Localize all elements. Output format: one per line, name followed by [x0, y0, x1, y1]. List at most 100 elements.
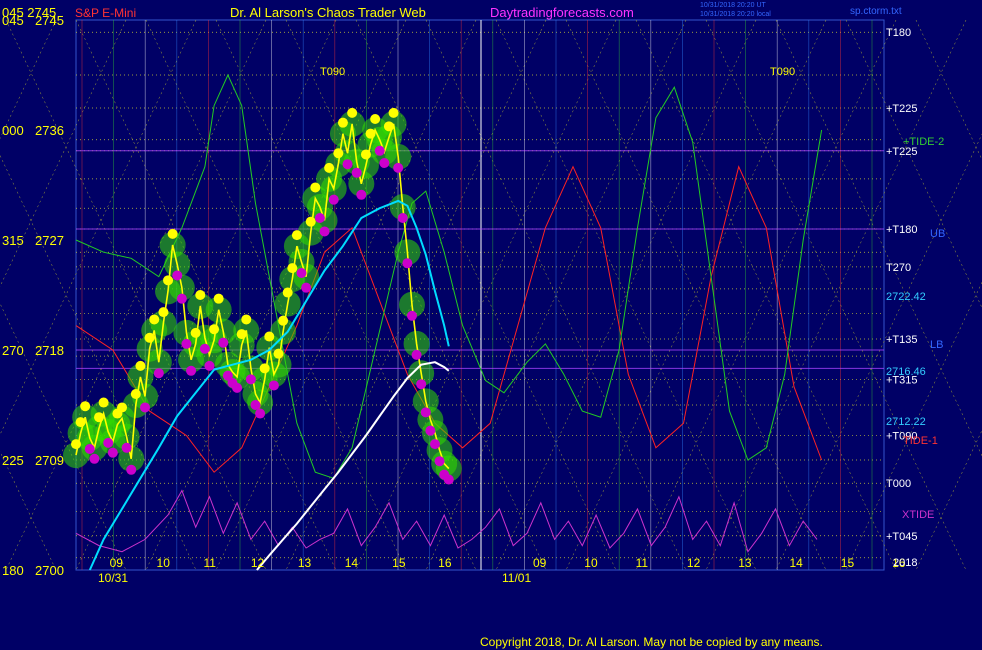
- price-marker: [264, 331, 275, 342]
- price-marker: [144, 332, 155, 343]
- y-value: 2700: [35, 563, 64, 578]
- price-marker: [130, 389, 141, 399]
- annotation: T090: [770, 66, 795, 78]
- price-marker: [172, 270, 183, 281]
- price-marker: [342, 159, 353, 170]
- price-marker: [117, 402, 128, 413]
- price-marker: [406, 310, 417, 321]
- price-marker: [255, 408, 266, 419]
- right-label: +T135: [886, 334, 918, 346]
- price-marker: [282, 287, 293, 298]
- price-marker: [379, 158, 390, 168]
- price-marker: [84, 444, 95, 454]
- price-marker: [167, 228, 178, 239]
- price-marker: [218, 337, 229, 348]
- price-marker: [356, 189, 367, 200]
- y-code: 000: [2, 123, 24, 138]
- price-marker: [347, 107, 358, 118]
- price-marker: [388, 107, 399, 118]
- price-marker: [245, 374, 256, 385]
- price-marker: [158, 307, 169, 318]
- y-value: 2736: [35, 123, 64, 138]
- right-label: +T180: [886, 224, 918, 236]
- x-tick: 16: [438, 556, 452, 570]
- price-marker: [232, 382, 243, 393]
- price-marker: [176, 293, 187, 304]
- price-marker: [259, 363, 270, 374]
- right-label: +T045: [886, 531, 918, 543]
- price-marker: [360, 149, 371, 160]
- price-marker: [383, 121, 394, 132]
- x-tick-forecast: 09: [533, 556, 547, 570]
- price-label: 2712.22: [886, 416, 926, 428]
- price-marker: [296, 268, 307, 278]
- x-tick: 14: [345, 556, 359, 570]
- x-tick-forecast: 10: [584, 556, 598, 570]
- x-tick: 13: [298, 556, 312, 570]
- price-marker: [71, 439, 81, 450]
- x-tick: 09: [110, 556, 124, 570]
- price-marker: [75, 417, 86, 428]
- header-title: Dr. Al Larson's Chaos Trader Web: [230, 5, 426, 20]
- price-marker: [190, 327, 201, 338]
- x-tick: 12: [251, 556, 265, 570]
- right-label: +T225: [886, 103, 918, 115]
- x-tick-forecast: 12: [687, 556, 701, 570]
- header-stamp-1: 10/31/2018 20:20 UT: [700, 2, 766, 9]
- annotation: XTIDE: [902, 509, 934, 521]
- price-marker: [416, 379, 427, 390]
- price-marker: [310, 182, 321, 193]
- price-marker: [241, 314, 252, 325]
- right-label: T180: [886, 27, 911, 39]
- y-value: 2727: [35, 233, 64, 248]
- header-stamp-2: 10/31/2018 20:20 local: [700, 11, 771, 18]
- price-marker: [107, 447, 118, 458]
- date-label: 10/31: [98, 571, 128, 585]
- price-marker: [135, 360, 146, 371]
- price-label: 2716.46: [886, 366, 926, 378]
- x-tick-forecast: 15: [841, 556, 855, 570]
- price-marker: [365, 128, 376, 139]
- header-file: sp.ctorm.txt: [850, 6, 902, 17]
- annotation: UB: [930, 228, 945, 240]
- x-tick: 11: [203, 556, 216, 570]
- copyright: Copyright 2018, Dr. Al Larson. May not b…: [480, 635, 823, 649]
- price-marker: [287, 263, 298, 274]
- x-tick-forecast: 14: [790, 556, 804, 570]
- header-symbol: S&P E-Mini: [75, 6, 136, 20]
- x-tick-forecast: 11: [636, 556, 649, 570]
- price-marker: [351, 167, 362, 178]
- price-marker: [337, 117, 348, 128]
- price-marker: [397, 213, 408, 223]
- price-marker: [305, 216, 316, 227]
- price-marker: [429, 439, 440, 450]
- price-marker: [291, 230, 302, 241]
- x-tick: 15: [392, 556, 406, 570]
- price-label: 2722.42: [886, 291, 926, 303]
- chaos-trader-chart: 045 2745000 2736315 2727270 2718225 2709180 27…: [0, 0, 982, 650]
- price-marker: [434, 456, 445, 467]
- header-codes: 045 2745: [2, 5, 56, 20]
- price-marker: [103, 437, 114, 448]
- y-code: 180: [2, 563, 24, 578]
- y-value: 2709: [35, 453, 64, 468]
- price-marker: [181, 338, 192, 349]
- price-marker: [126, 464, 137, 475]
- price-marker: [268, 380, 279, 391]
- price-marker: [204, 360, 215, 371]
- price-marker: [186, 365, 197, 376]
- price-marker: [140, 402, 151, 413]
- price-marker: [278, 315, 289, 326]
- x-tick: 10: [157, 556, 171, 570]
- annotation: LB: [930, 339, 943, 351]
- price-marker: [250, 400, 261, 410]
- price-marker: [236, 329, 247, 340]
- price-marker: [163, 275, 174, 286]
- y-code: 315: [2, 233, 24, 248]
- price-marker: [149, 314, 160, 325]
- price-marker: [393, 162, 404, 173]
- price-marker: [89, 453, 100, 464]
- price-marker: [121, 442, 132, 453]
- annotation: T090: [320, 66, 345, 78]
- right-label: T000: [886, 478, 911, 490]
